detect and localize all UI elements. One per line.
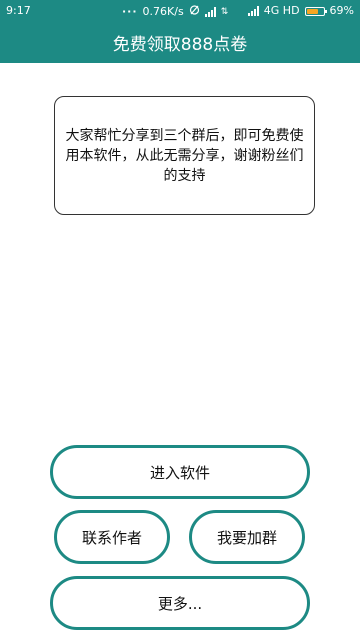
join-group-label: 我要加群 [216,528,277,547]
join-group-button[interactable]: 我要加群 [189,510,305,564]
status-indicators: ··· 0.76K/s ⇅ [122,4,228,19]
more-label: 更多... [157,594,203,613]
notice-box: 大家帮忙分享到三个群后，即可免费使用本软件，从此无需分享，谢谢粉丝们的支持 [54,96,315,215]
status-time: 9:17 [6,4,31,17]
contact-author-label: 联系作者 [81,528,142,547]
enter-software-button[interactable]: 进入软件 [50,445,310,499]
signal-icon [247,6,259,16]
status-right: 4G HD 69% [247,4,354,18]
page-title: 免费领取888点卷 [112,35,248,55]
alarm-icon [189,4,200,19]
app-bar: 免费领取888点卷 [0,22,360,63]
status-bar: 9:17 ··· 0.76K/s ⇅ 4G HD 69% [0,0,360,22]
signal-icon [204,6,216,17]
notice-text: 大家帮忙分享到三个群后，即可免费使用本软件，从此无需分享，谢谢粉丝们的支持 [65,127,304,184]
enter-software-label: 进入软件 [149,463,210,482]
contact-author-button[interactable]: 联系作者 [54,510,170,564]
battery-percent: 69% [329,4,354,17]
battery-icon [304,6,327,16]
data-arrows-icon: ⇅ [220,6,229,17]
battery-fill [306,8,318,14]
network-speed: 0.76K/s [142,4,184,18]
more-dots-icon: ··· [122,4,138,18]
more-button[interactable]: 更多... [50,576,310,630]
network-type: 4G HD [263,4,300,17]
